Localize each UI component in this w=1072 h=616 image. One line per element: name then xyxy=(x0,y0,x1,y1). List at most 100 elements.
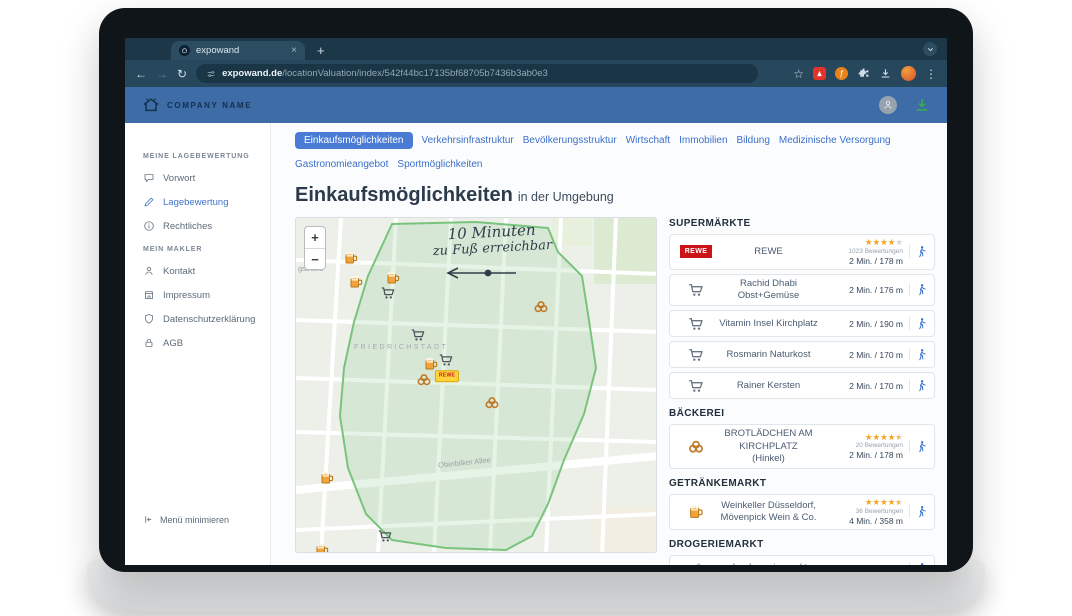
company-logo[interactable]: COMPANY NAME xyxy=(141,95,252,115)
fx-extension-icon[interactable]: ƒ xyxy=(835,67,848,80)
url-path: /locationValuation/index/542f44bc17135bf… xyxy=(282,68,548,79)
browser-tab[interactable]: expowand × xyxy=(171,41,305,60)
street-label: FRIEDRICHSTADT xyxy=(354,344,448,351)
cart-map-marker[interactable] xyxy=(411,328,426,343)
tab-sportm-glichkeiten[interactable]: Sportmöglichkeiten xyxy=(397,156,482,173)
rewe-map-label: REWE xyxy=(435,370,459,382)
cart-map-marker[interactable] xyxy=(378,529,393,544)
pretzel-icon xyxy=(688,439,704,455)
place-name: BROTLÄDCHEN AM KIRCHPLATZ(Hinkel) xyxy=(716,428,821,465)
beer-map-marker[interactable] xyxy=(344,251,359,266)
distance-label: 2 Min. / 170 m xyxy=(849,350,903,360)
browser-toolbar: ← → ↻ expowand.de/locationValuation/inde… xyxy=(125,60,947,87)
tab-immobilien[interactable]: Immobilien xyxy=(679,132,727,149)
chat-icon xyxy=(143,172,155,184)
reload-icon[interactable]: ↻ xyxy=(177,68,187,80)
walk-icon xyxy=(909,348,928,361)
extensions-puzzle-icon[interactable] xyxy=(857,67,870,80)
sidebar-item-vorwort[interactable]: Vorwort xyxy=(143,172,264,184)
forward-icon[interactable]: → xyxy=(156,68,168,80)
sidebar-item-datenschutzerkl-rung[interactable]: Datenschutzerklärung xyxy=(143,313,264,325)
user-avatar[interactable] xyxy=(879,96,897,114)
walk-icon xyxy=(909,440,928,453)
laptop-mockup: expowand × + ← → ↻ expowand.de/locationV… xyxy=(0,0,1072,616)
beer-map-marker[interactable] xyxy=(320,471,335,486)
browser-menu-icon[interactable]: ⋮ xyxy=(925,68,937,80)
downloads-icon[interactable] xyxy=(879,67,892,80)
rewe-logo: REWE xyxy=(680,245,713,258)
cart-map-marker[interactable] xyxy=(381,286,396,301)
distance-label: 4 Min. / 358 m xyxy=(849,516,903,526)
tab-medizinische-versorgung[interactable]: Medizinische Versorgung xyxy=(779,132,891,149)
bookmark-star-icon[interactable]: ☆ xyxy=(793,68,804,80)
sidebar-section-title: MEINE LAGEBEWERTUNG xyxy=(143,153,264,160)
cart-map-marker[interactable] xyxy=(439,353,454,368)
shield-icon xyxy=(143,313,155,325)
url-domain: expowand.de xyxy=(222,68,282,79)
zoom-in-button[interactable]: + xyxy=(305,227,325,248)
place-name: Rosmarin Naturkost xyxy=(716,349,821,361)
browser-window: expowand × + ← → ↻ expowand.de/locationV… xyxy=(125,38,947,565)
distance-label: 5 Min. / 452 m xyxy=(849,563,903,565)
minimize-menu-button[interactable]: Menü minimieren xyxy=(143,514,264,565)
walk-icon xyxy=(909,317,928,330)
browser-profile-avatar[interactable] xyxy=(901,66,916,81)
place-card-dm-drogerie-markt[interactable]: dm-drogerie markt5 Min. / 452 m xyxy=(669,555,935,565)
user-icon xyxy=(143,265,155,277)
panel-section-title: GETRÄNKEMARKT xyxy=(669,478,935,489)
place-name: Weinkeller Düsseldorf,Mövenpick Wein & C… xyxy=(716,500,821,525)
tab-einkaufsm-glichkeiten[interactable]: Einkaufsmöglichkeiten xyxy=(295,132,413,149)
sidebar-item-rechtliches[interactable]: Rechtliches xyxy=(143,220,264,232)
url-bar[interactable]: expowand.de/locationValuation/index/542f… xyxy=(196,64,758,83)
rewe-map-marker[interactable]: REWE xyxy=(435,370,459,382)
place-name: Rachid Dhabi Obst+Gemüse xyxy=(716,278,821,303)
category-tabs: Einkaufsmöglichkeiten Verkehrsinfrastrukt… xyxy=(295,132,937,173)
star-rating: ★★★★★★★★★★ xyxy=(865,433,903,442)
distance-label: 2 Min. / 190 m xyxy=(849,319,903,329)
tab-bildung[interactable]: Bildung xyxy=(737,132,770,149)
tab-gastronomieangebot[interactable]: Gastronomieangebot xyxy=(295,156,388,173)
pretzel-map-marker[interactable] xyxy=(417,373,432,388)
lock-icon xyxy=(143,337,155,349)
adobe-extension-icon[interactable] xyxy=(813,67,826,80)
place-card-brotl-dchen-am-kirchplatz[interactable]: BROTLÄDCHEN AM KIRCHPLATZ(Hinkel) ★★★★★★★… xyxy=(669,424,935,469)
beer-map-marker[interactable] xyxy=(349,275,364,290)
place-card-rewe[interactable]: REWEREWE★★★★★★★★★★1023 Bewertungen2 Min.… xyxy=(669,234,935,270)
walk-icon xyxy=(909,283,928,296)
walk-icon xyxy=(909,245,928,258)
pretzel-map-marker[interactable] xyxy=(485,396,500,411)
info-icon xyxy=(143,220,155,232)
results-panel: SUPERMÄRKTEREWEREWE★★★★★★★★★★1023 Bewert… xyxy=(669,217,935,565)
new-tab-button[interactable]: + xyxy=(317,41,325,60)
walk-icon xyxy=(909,505,928,518)
place-card-vitamin-insel-kirchplatz[interactable]: Vitamin Insel Kirchplatz2 Min. / 190 m xyxy=(669,310,935,337)
place-name: Rainer Kersten xyxy=(716,380,821,392)
sidebar-item-lagebewertung[interactable]: Lagebewertung xyxy=(143,196,264,208)
tab-bev-lkerungsstruktur[interactable]: Bevölkerungsstruktur xyxy=(523,132,617,149)
tab-wirtschaft[interactable]: Wirtschaft xyxy=(626,132,670,149)
beer-map-marker[interactable] xyxy=(424,357,439,372)
beer-map-marker[interactable] xyxy=(315,543,330,554)
sidebar-item-agb[interactable]: AGB xyxy=(143,337,264,349)
sidebar-item-kontakt[interactable]: Kontakt xyxy=(143,265,264,277)
tab-verkehrsinfrastruktur[interactable]: Verkehrsinfrastruktur xyxy=(422,132,514,149)
map-canvas[interactable]: + − 10 Minuten zu Fuß erreichbar xyxy=(295,217,657,553)
company-name: COMPANY NAME xyxy=(167,101,252,110)
place-card-rachid-dhabi-obst-gem-se[interactable]: Rachid Dhabi Obst+Gemüse2 Min. / 176 m xyxy=(669,274,935,307)
pretzel-map-marker[interactable] xyxy=(534,300,549,315)
building-icon xyxy=(143,289,155,301)
beer-map-marker[interactable] xyxy=(386,271,401,286)
place-card-weinkeller-d-sseldorf[interactable]: Weinkeller Düsseldorf,Mövenpick Wein & C… xyxy=(669,494,935,530)
sidebar-item-impressum[interactable]: Impressum xyxy=(143,289,264,301)
place-card-rainer-kersten[interactable]: Rainer Kersten2 Min. / 170 m xyxy=(669,372,935,399)
download-report-icon[interactable] xyxy=(913,96,931,114)
map-zoom-control: + − xyxy=(304,226,326,270)
zoom-out-button[interactable]: − xyxy=(305,248,325,269)
site-settings-icon[interactable] xyxy=(206,69,216,79)
tab-close-icon[interactable]: × xyxy=(291,45,297,56)
tab-search-chevron-icon[interactable] xyxy=(923,42,937,56)
place-card-rosmarin-naturkost[interactable]: Rosmarin Naturkost 2 Min. / 170 m xyxy=(669,341,935,368)
back-icon[interactable]: ← xyxy=(135,68,147,80)
star-rating: ★★★★★★★★★★ xyxy=(865,498,903,507)
site-header: COMPANY NAME xyxy=(125,87,947,123)
